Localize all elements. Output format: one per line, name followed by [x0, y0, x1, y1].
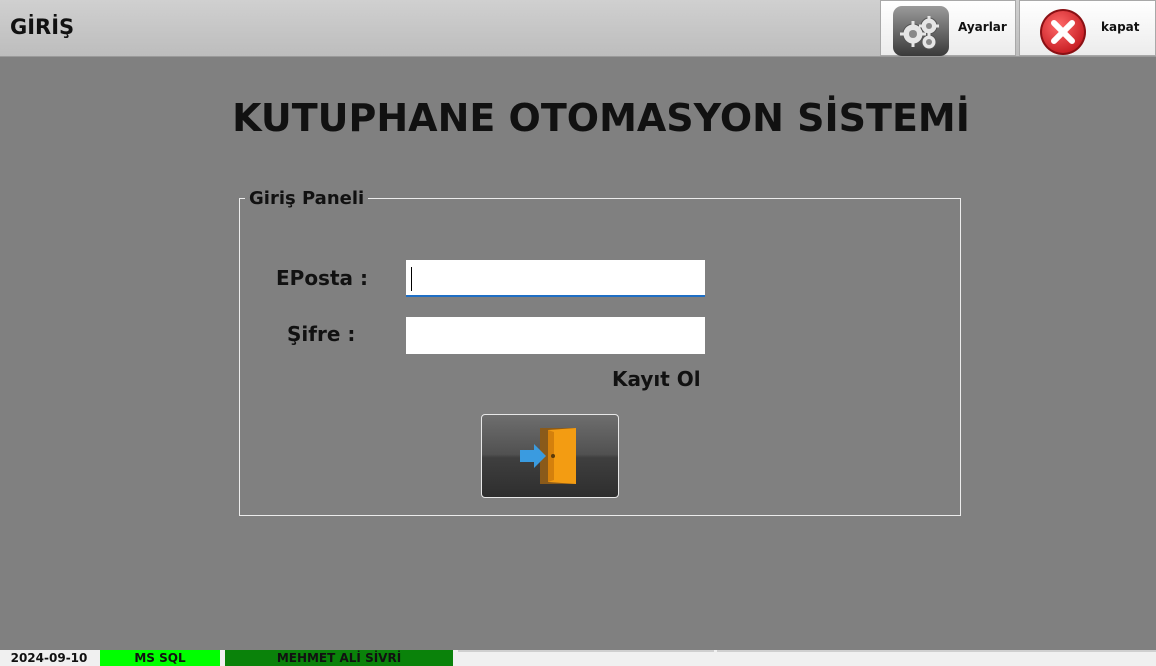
- window-title: GİRİŞ: [10, 15, 75, 39]
- gear-icon: [891, 6, 951, 56]
- email-label: EPosta :: [276, 266, 368, 290]
- status-user: MEHMET ALİ SİVRİ: [225, 650, 453, 666]
- settings-button[interactable]: Ayarlar: [880, 0, 1016, 56]
- password-input[interactable]: [406, 317, 705, 354]
- page-title: KUTUPHANE OTOMASYON SİSTEMİ: [232, 96, 970, 140]
- password-label: Şifre :: [287, 322, 356, 346]
- close-label: kapat: [1101, 20, 1140, 34]
- close-button[interactable]: kapat: [1019, 0, 1156, 56]
- register-link[interactable]: Kayıt Ol: [612, 367, 701, 391]
- status-database: MS SQL: [100, 650, 220, 666]
- login-panel-legend: Giriş Paneli: [245, 188, 369, 209]
- text-caret: [411, 267, 412, 291]
- status-date: 2024-09-10: [10, 651, 88, 665]
- email-input[interactable]: [406, 260, 705, 297]
- title-bar: GİRİŞ Ayarlar kapat: [0, 0, 1156, 57]
- status-bar: 2024-09-10 MS SQL MEHMET ALİ SİVRİ: [0, 650, 1156, 666]
- settings-label: Ayarlar: [958, 20, 1007, 34]
- door-enter-icon: [518, 426, 584, 486]
- status-panel-empty: [717, 650, 1156, 666]
- status-panel-empty: [458, 650, 714, 666]
- close-icon: [1030, 6, 1090, 56]
- login-button[interactable]: [481, 414, 619, 498]
